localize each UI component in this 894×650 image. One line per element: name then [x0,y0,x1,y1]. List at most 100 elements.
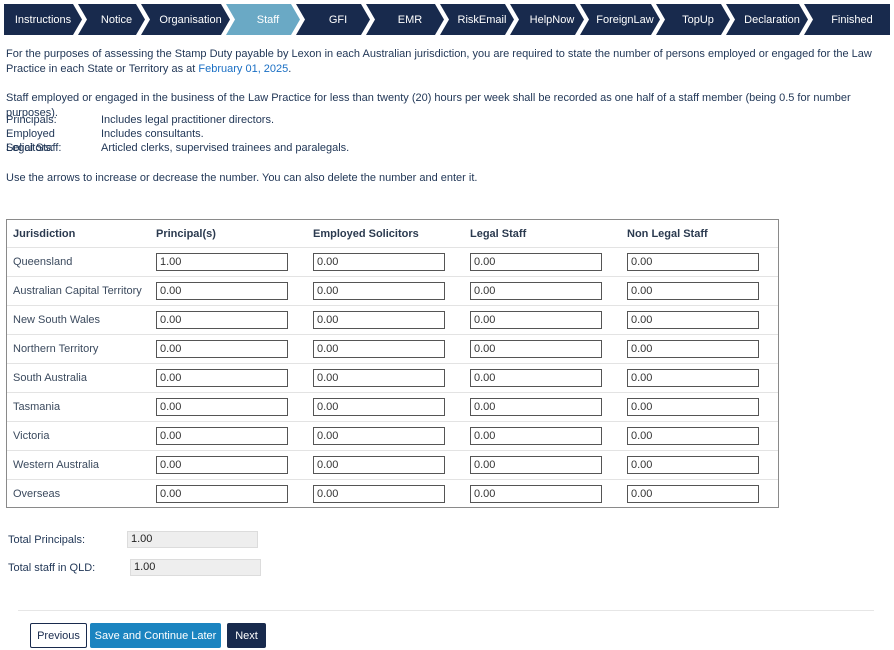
next-button[interactable]: Next [227,623,266,648]
step-staff[interactable]: Staff [226,4,300,35]
staff-table: Jurisdiction Principal(s) Employed Solicit… [6,219,779,508]
step-gfi[interactable]: GFI [296,4,370,35]
step-label: ForeignLaw [596,13,654,26]
intro-suffix: . [288,63,292,75]
legal-staff-input[interactable] [470,253,602,271]
column-header: Principal(s) [156,227,216,240]
principals-input[interactable] [156,398,288,416]
step-foreignlaw[interactable]: ForeignLaw [580,4,660,35]
step-label: HelpNow [529,13,575,26]
definition-legal-staff: Legal Staff: Articled clerks, supervised… [6,141,349,155]
arrows-instruction: Use the arrows to increase or decrease t… [6,172,478,184]
employed-solicitors-input[interactable] [313,456,445,474]
employed-solicitors-input[interactable] [313,311,445,329]
jurisdiction-name: Australian Capital Territory [13,285,142,297]
principals-input[interactable] [156,253,288,271]
step-helpnow[interactable]: HelpNow [510,4,584,35]
step-topup[interactable]: TopUp [656,4,730,35]
employed-solicitors-input[interactable] [313,427,445,445]
definition-desc: Includes consultants. [101,128,204,140]
step-label: Instructions [14,13,72,26]
column-header: Jurisdiction [13,227,76,240]
employed-solicitors-input[interactable] [313,369,445,387]
jurisdiction-name: South Australia [13,372,87,384]
employed-solicitors-input[interactable] [313,340,445,358]
legal-staff-input[interactable] [470,456,602,474]
legal-staff-input[interactable] [470,340,602,358]
legal-staff-input[interactable] [470,369,602,387]
jurisdiction-name: Queensland [13,256,73,268]
jurisdiction-name: Overseas [13,488,61,500]
table-row: South Australia [7,363,778,392]
step-declaration[interactable]: Declaration [726,4,808,35]
step-organisation[interactable]: Organisation [141,4,230,35]
step-label: TopUp [682,13,714,26]
step-label: Notice [100,13,133,26]
table-header: Jurisdiction Principal(s) Employed Solicit… [7,220,778,247]
definition-term: Legal Staff: [6,142,62,154]
principals-input[interactable] [156,340,288,358]
non-legal-staff-input[interactable] [627,282,759,300]
step-instructions[interactable]: Instructions [4,4,82,35]
table-row: Tasmania [7,392,778,421]
principals-input[interactable] [156,311,288,329]
definition-term: Employed Solicitors: [6,128,55,154]
step-label: Staff [256,13,280,26]
step-label: Organisation [159,13,222,26]
step-label: GFI [328,13,348,26]
intro-text: For the purposes of assessing the Stamp … [6,48,872,75]
column-header: Employed Solicitors [313,227,419,240]
step-label: Finished [831,13,873,26]
employed-solicitors-input[interactable] [313,398,445,416]
table-row: Overseas [7,479,778,508]
total-qld-label: Total staff in QLD: [8,562,96,574]
column-header: Non Legal Staff [627,227,708,240]
step-notice[interactable]: Notice [78,4,145,35]
step-emr[interactable]: EMR [366,4,444,35]
jurisdiction-name: New South Wales [13,314,101,326]
step-riskemail[interactable]: RiskEmail [440,4,514,35]
column-header: Legal Staff [470,227,527,240]
non-legal-staff-input[interactable] [627,398,759,416]
previous-button[interactable]: Previous [30,623,87,648]
jurisdiction-name: Western Australia [13,459,100,471]
definition-term: Principals: [6,114,57,126]
definition-employed-solicitors: Employed Solicitors: Includes consultant… [6,127,349,154]
step-finished[interactable]: Finished [804,4,890,35]
total-qld-field: 1.00 [130,559,261,576]
definition-principals: Principals: Includes legal practitioner … [6,113,349,127]
jurisdiction-name: Northern Territory [13,343,99,355]
legal-staff-input[interactable] [470,485,602,503]
intro-paragraph: For the purposes of assessing the Stamp … [6,47,888,77]
table-row: Victoria [7,421,778,450]
table-row: New South Wales [7,305,778,334]
non-legal-staff-input[interactable] [627,369,759,387]
step-label: EMR [397,13,423,26]
principals-input[interactable] [156,369,288,387]
step-label: RiskEmail [457,13,507,26]
table-row: Western Australia [7,450,778,479]
principals-input[interactable] [156,282,288,300]
employed-solicitors-input[interactable] [313,253,445,271]
non-legal-staff-input[interactable] [627,340,759,358]
total-principals-field: 1.00 [127,531,258,548]
principals-input[interactable] [156,485,288,503]
employed-solicitors-input[interactable] [313,282,445,300]
legal-staff-input[interactable] [470,311,602,329]
legal-staff-input[interactable] [470,282,602,300]
divider [18,610,874,611]
table-row: Queensland [7,247,778,276]
principals-input[interactable] [156,456,288,474]
save-continue-later-button[interactable]: Save and Continue Later [90,623,221,648]
jurisdiction-name: Victoria [13,430,50,442]
non-legal-staff-input[interactable] [627,253,759,271]
non-legal-staff-input[interactable] [627,485,759,503]
legal-staff-input[interactable] [470,398,602,416]
legal-staff-input[interactable] [470,427,602,445]
non-legal-staff-input[interactable] [627,427,759,445]
non-legal-staff-input[interactable] [627,456,759,474]
principals-input[interactable] [156,427,288,445]
non-legal-staff-input[interactable] [627,311,759,329]
employed-solicitors-input[interactable] [313,485,445,503]
table-row: Australian Capital Territory [7,276,778,305]
